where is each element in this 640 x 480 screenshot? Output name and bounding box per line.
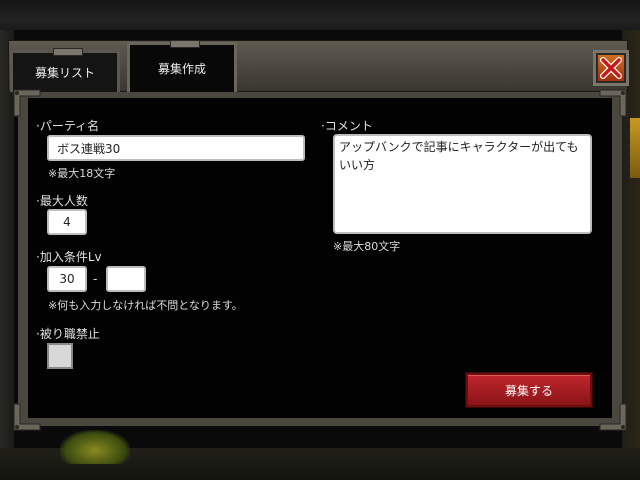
- join-level-label: ·加入条件Lv: [36, 250, 102, 264]
- join-level-separator: -: [93, 272, 98, 286]
- no-duplicate-job-label: ·被り職禁止: [36, 327, 100, 341]
- submit-recruit-button[interactable]: 募集する: [465, 372, 593, 408]
- comment-label: ·コメント: [321, 119, 373, 133]
- comment-note: ※最大80文字: [333, 240, 401, 253]
- party-name-label: ·パーティ名: [36, 119, 100, 133]
- join-level-max-input[interactable]: [106, 266, 146, 292]
- party-name-input[interactable]: ボス連戦30: [47, 135, 305, 161]
- corner-ornament-bottom-left: [12, 402, 42, 432]
- tab-recruit-create[interactable]: 募集作成: [127, 40, 237, 92]
- tab-recruit-create-label: 募集作成: [157, 62, 206, 76]
- background-top: [0, 0, 640, 30]
- join-level-min-input[interactable]: 30: [47, 266, 87, 292]
- background-gold-ornament: [630, 118, 640, 178]
- comment-textarea[interactable]: アップバンクで記事にキャラクターが出てもいい方: [333, 134, 592, 234]
- submit-recruit-label: 募集する: [504, 383, 553, 398]
- join-level-note: ※何も入力しなければ不問となります。: [48, 299, 243, 312]
- close-button[interactable]: [593, 50, 629, 86]
- corner-ornament-bottom-right: [598, 402, 628, 432]
- max-members-input[interactable]: 4: [47, 209, 87, 235]
- tab-recruit-list[interactable]: 募集リスト: [10, 48, 120, 92]
- corner-ornament-top-right: [598, 88, 628, 118]
- tab-clip: [170, 40, 200, 48]
- tab-clip: [53, 48, 83, 56]
- background-creature: [60, 430, 130, 464]
- corner-ornament-top-left: [12, 88, 42, 118]
- close-x-icon: [598, 55, 624, 81]
- tab-recruit-list-label: 募集リスト: [34, 66, 95, 80]
- party-name-note: ※最大18文字: [48, 167, 116, 180]
- no-duplicate-job-checkbox[interactable]: [47, 343, 73, 369]
- max-members-label: ·最大人数: [36, 194, 88, 208]
